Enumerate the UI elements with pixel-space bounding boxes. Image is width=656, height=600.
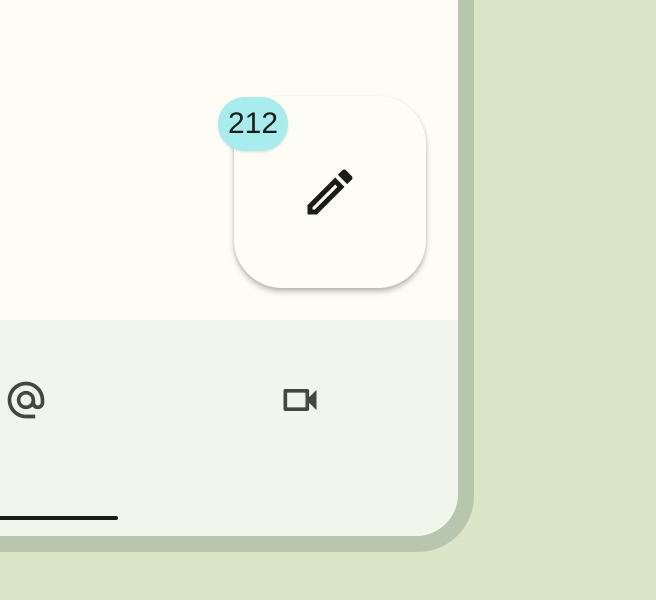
screen: 212: [0, 0, 458, 536]
pencil-icon: [307, 169, 353, 215]
device-frame: 212: [0, 0, 474, 552]
home-indicator: [0, 516, 118, 520]
video-call-button[interactable]: [272, 372, 328, 428]
app-screen: 212: [0, 0, 656, 600]
video-camera-icon: [283, 389, 317, 411]
bottom-navigation-bar: [0, 320, 458, 536]
at-sign-icon: [7, 381, 45, 419]
mentions-button[interactable]: [0, 372, 54, 428]
notification-count-badge: 212: [218, 97, 289, 151]
